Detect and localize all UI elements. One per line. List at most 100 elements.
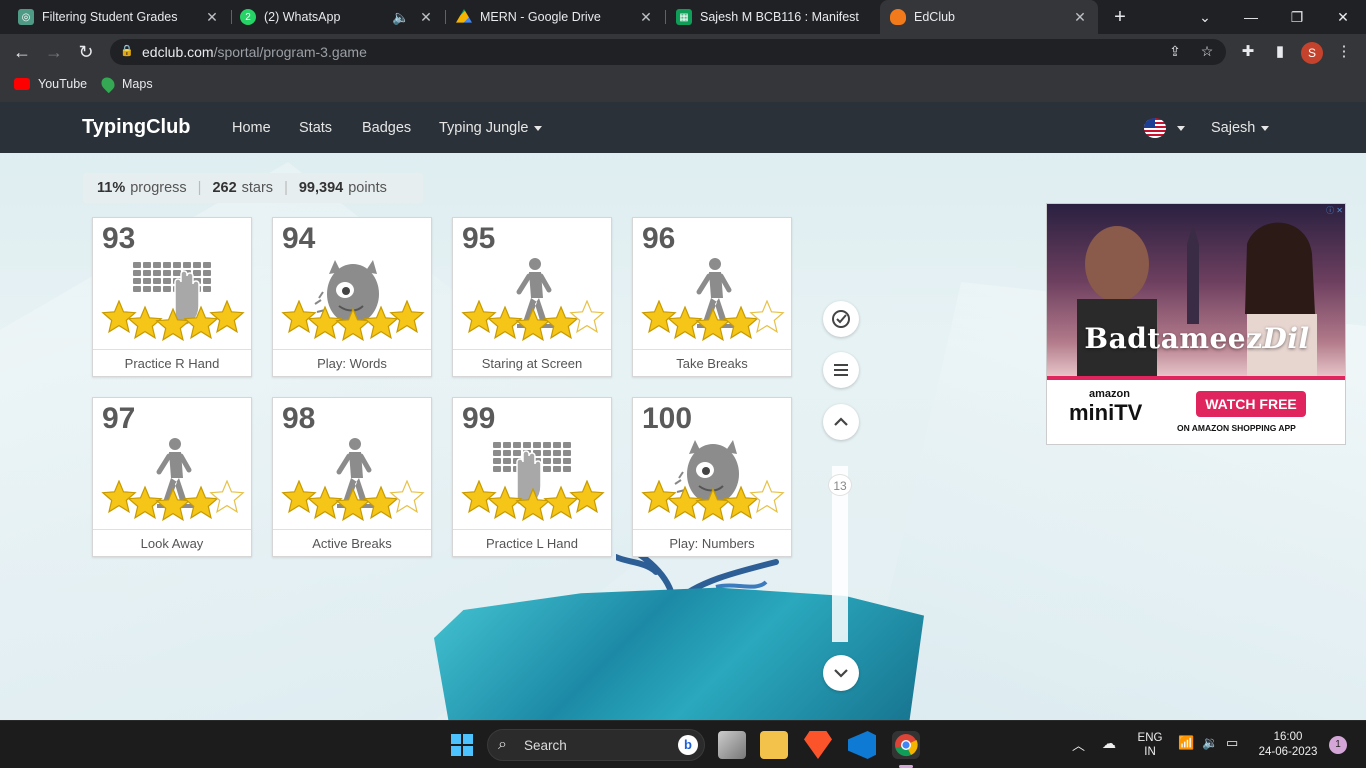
bookmark-youtube[interactable]: YouTube [14,77,87,91]
brave-browser-icon[interactable] [804,731,832,759]
restore-icon[interactable]: ❐ [1274,0,1320,34]
nav-badges[interactable]: Badges [362,120,411,136]
lesson-card-99[interactable]: 99 Practice L Hand [452,397,612,557]
star-filled-icon [569,479,605,514]
address-bar[interactable]: 🔒 edclub.com/sportal/program-3.game ⇪ ☆ [110,39,1226,65]
star-filled-icon [695,307,731,342]
nav-stats[interactable]: Stats [299,120,332,136]
tab-whatsapp[interactable]: 2 (2) WhatsApp 🔈 ✕ [230,0,444,34]
nav-home[interactable]: Home [232,120,271,136]
tab-filtering-student-grades[interactable]: ◎ Filtering Student Grades ✕ [8,0,230,34]
chrome-icon[interactable] [892,731,920,759]
close-window-icon[interactable]: ✕ [1320,0,1366,34]
us-flag-icon[interactable] [1144,118,1166,138]
lesson-card-94[interactable]: 94 Play: Words [272,217,432,377]
clock-date: 24-06-2023 [1258,746,1318,758]
task-view-icon[interactable] [718,731,746,759]
tab-google-drive[interactable]: MERN - Google Drive ✕ [446,0,664,34]
site-header: TypingClub Home Stats Badges Typing Jung… [0,102,1366,153]
points-label: points [348,180,387,196]
taskbar-search-box[interactable]: ⌕ Search b [487,729,705,761]
bing-icon[interactable]: b [678,735,698,755]
lesson-title: Play: Numbers [633,529,791,557]
browser-menu-icon[interactable]: ⋮ [1332,40,1356,64]
extensions-puzzle-icon[interactable]: ✚ [1236,40,1260,64]
star-filled-icon [487,485,523,520]
share-icon[interactable]: ⇪ [1166,43,1184,61]
ad-title: BadtameezDil [1084,322,1310,355]
lesson-card-97[interactable]: 97 Look Away [92,397,252,557]
edclub-icon [890,9,906,25]
lesson-card-98[interactable]: 98 Active Breaks [272,397,432,557]
wifi-icon[interactable]: 📶 [1178,735,1194,751]
maps-pin-icon [98,74,118,94]
bookmark-maps[interactable]: Maps [98,74,153,94]
profile-avatar[interactable]: S [1301,42,1323,64]
progress-summary: 11% progress | 262 stars | 99,394 points [83,173,423,203]
minimize-icon[interactable]: — [1228,0,1274,34]
side-panel-icon[interactable]: ▮ [1268,40,1292,64]
lesson-title: Practice R Hand [93,349,251,377]
language-indicator[interactable]: ENG IN [1136,731,1164,759]
ad-watch-free-button[interactable]: WATCH FREE [1196,391,1306,417]
show-hidden-icons-chevron[interactable]: ︿ [1072,735,1085,754]
star-filled-icon [515,307,551,342]
close-tab-icon[interactable]: ✕ [638,9,654,26]
volume-icon[interactable]: 🔉 [1202,735,1218,751]
star-filled-icon [335,307,371,342]
lesson-card-96[interactable]: 96 Take Breaks [632,217,792,377]
star-filled-icon [487,305,523,340]
star-filled-icon [461,299,497,334]
star-filled-icon [641,479,677,514]
reload-icon[interactable]: ↻ [74,40,98,64]
star-filled-icon [281,299,317,334]
speaker-icon[interactable]: 🔈 [392,9,409,26]
lock-icon[interactable]: 🔒 [120,44,134,57]
close-tab-icon[interactable]: ✕ [204,9,220,26]
tab-edclub[interactable]: EdClub ✕ [880,0,1098,34]
forward-arrow-icon[interactable]: → [42,40,66,64]
ad-info-close-icon[interactable]: ⓘ ✕ [1317,205,1343,215]
tab-google-sheets[interactable]: ▦ Sajesh M BCB116 : Manifest [666,0,880,34]
user-menu[interactable]: Sajesh [1211,120,1270,136]
new-tab-plus-icon[interactable]: + [1108,5,1132,29]
bookmark-star-icon[interactable]: ☆ [1198,43,1216,61]
vscode-icon[interactable] [848,731,876,759]
lesson-number: 100 [642,402,693,435]
brand-logo[interactable]: TypingClub [82,116,191,139]
nav-typing-jungle[interactable]: Typing Jungle [439,120,543,136]
close-tab-icon[interactable]: ✕ [1072,9,1088,26]
windows-start-icon[interactable] [448,731,476,759]
scroll-up-button[interactable] [823,404,859,440]
clock[interactable]: 16:00 24-06-2023 [1256,730,1320,760]
notification-badge[interactable]: 1 [1329,736,1347,754]
search-icon: ⌕ [498,736,507,753]
advertisement-banner[interactable]: BadtameezDil amazon miniTV WATCH FREE ON… [1046,203,1346,445]
back-arrow-icon[interactable]: ← [10,40,34,64]
cloud-weather-icon[interactable]: ☁ [1102,735,1116,752]
youtube-icon [14,78,30,90]
battery-icon[interactable]: ▭ [1226,735,1238,751]
lesson-number: 97 [102,402,136,435]
checkmark-circle-button[interactable] [823,301,859,337]
user-name: Sajesh [1211,120,1256,136]
scroll-down-button[interactable] [823,655,859,691]
menu-button[interactable] [823,352,859,388]
lesson-card-100[interactable]: 100 Play: Numbers [632,397,792,557]
stars-label: stars [241,180,274,196]
close-tab-icon[interactable]: ✕ [418,9,434,26]
star-filled-icon [543,485,579,520]
star-filled-icon [667,485,703,520]
chevron-down-icon [1261,125,1270,131]
star-empty-icon [749,479,785,514]
file-explorer-icon[interactable] [760,731,788,759]
star-empty-icon [749,299,785,334]
lesson-card-95[interactable]: 95 Staring at Screen [452,217,612,377]
lesson-card-93[interactable]: 93 Practice R Hand [92,217,252,377]
star-filled-icon [307,305,343,340]
language-chevron-down-icon[interactable] [1177,126,1185,131]
star-rating [461,299,607,344]
star-filled-icon [183,485,219,520]
tab-search-chevron-icon[interactable]: ⌄ [1182,0,1228,34]
bookmarks-bar: YouTube Maps [0,70,1366,102]
